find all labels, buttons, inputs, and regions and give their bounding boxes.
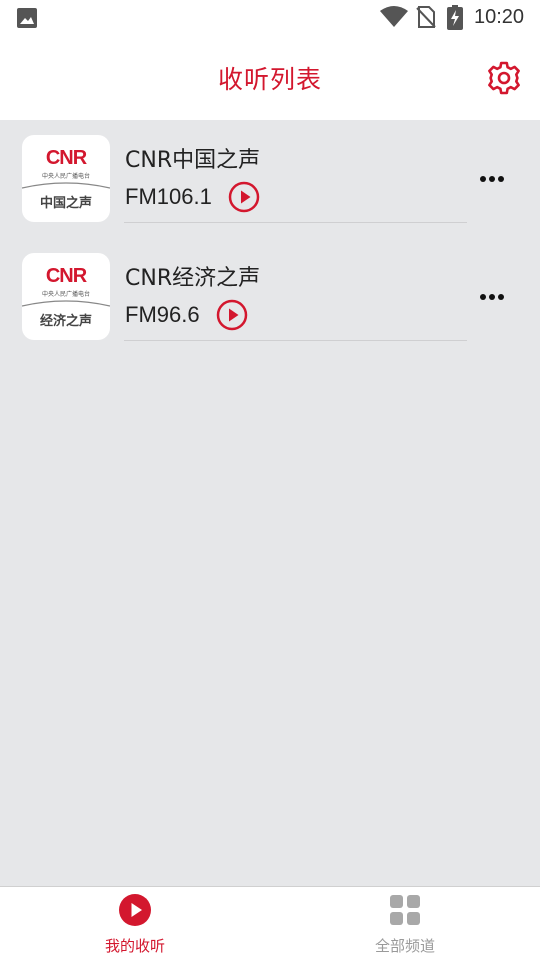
play-circle-icon — [119, 894, 151, 926]
logo-arc — [22, 300, 110, 307]
grid-icon — [390, 895, 420, 925]
logo-brand: CNR — [45, 147, 87, 169]
tab-label: 全部频道 — [374, 937, 435, 955]
logo-arc — [22, 182, 110, 189]
logo-subtitle: 中央人民广播电台 — [41, 291, 90, 298]
station-row[interactable]: CNR 中央人民广播电台 中国之声 CNR中国之声 FM106.1 — [0, 120, 540, 238]
bottom-navigation: 我的收听 全部频道 — [0, 886, 540, 960]
tab-my-listening[interactable]: 我的收听 — [0, 887, 270, 960]
tab-label: 我的收听 — [104, 937, 165, 955]
logo-brand: CNR — [45, 265, 87, 287]
logo-name: 经济之声 — [39, 314, 92, 329]
status-time: 10:20 — [474, 6, 525, 28]
station-logo: CNR 中央人民广播电台 中国之声 — [22, 135, 110, 222]
station-name: CNR中国之声 — [125, 148, 261, 173]
logo-subtitle: 中央人民广播电台 — [41, 173, 90, 180]
page-title: 收听列表 — [217, 65, 322, 94]
no-sim-icon — [416, 6, 436, 28]
more-options-icon[interactable] — [478, 288, 506, 306]
station-logo: CNR 中央人民广播电台 经济之声 — [22, 253, 110, 340]
play-icon[interactable] — [216, 299, 248, 331]
row-divider — [124, 222, 467, 223]
station-frequency: FM96.6 — [125, 302, 200, 327]
play-icon[interactable] — [228, 181, 260, 213]
station-name: CNR经济之声 — [125, 266, 261, 291]
station-row[interactable]: CNR 中央人民广播电台 经济之声 CNR经济之声 FM96.6 — [0, 238, 540, 356]
app-header: 收听列表 — [0, 36, 540, 120]
row-divider — [124, 340, 467, 341]
station-list: CNR 中央人民广播电台 中国之声 CNR中国之声 FM106.1 CNR 中央… — [0, 120, 540, 356]
wifi-icon — [380, 6, 408, 27]
gallery-icon — [17, 8, 37, 28]
logo-name: 中国之声 — [39, 196, 92, 211]
battery-charging-icon — [447, 5, 463, 30]
station-frequency: FM106.1 — [125, 184, 212, 209]
tab-all-channels[interactable]: 全部频道 — [270, 887, 540, 960]
status-bar: 10:20 — [0, 0, 540, 36]
settings-gear-icon[interactable] — [486, 60, 522, 96]
more-options-icon[interactable] — [478, 170, 506, 188]
